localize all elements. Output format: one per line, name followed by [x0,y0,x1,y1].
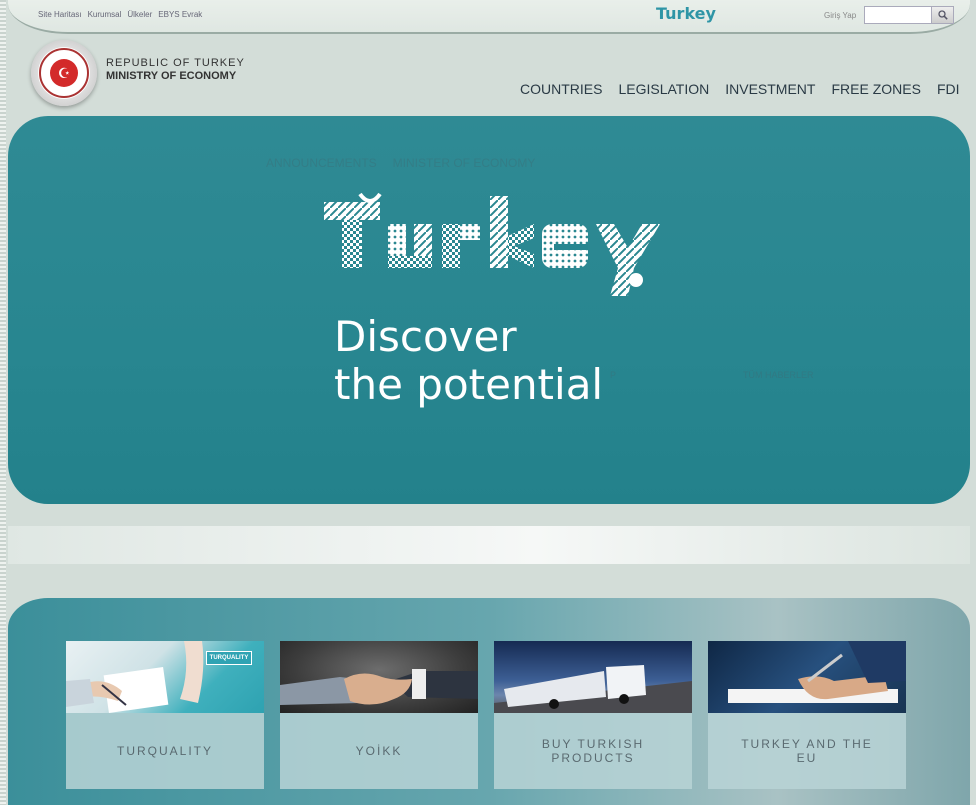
search-icon [937,10,948,20]
card-yoikk[interactable]: YOİKK [280,641,478,789]
quick-links-panel: TURQUALITY TURQUALITY YOİKK BUY TURKISH [8,598,970,805]
card-label: YOİKK [280,713,478,789]
countries-link[interactable]: Ülkeler [127,10,152,19]
ministry-logo[interactable]: ☪ [31,40,97,106]
utility-links: Site Haritası Kurumsal Ülkeler EBYS Evra… [38,10,202,19]
corporate-link[interactable]: Kurumsal [88,10,122,19]
signing-document-illustration [728,641,906,703]
seal-ring: ☪ [39,48,89,98]
turkey-brand-link[interactable]: Turkey [656,4,716,23]
card-turkey-and-the-eu[interactable]: TURKEY AND THE EU [708,641,906,789]
nav-fdi[interactable]: FDI [937,81,960,97]
utility-bar: Site Haritası Kurumsal Ülkeler EBYS Evra… [8,0,970,34]
ministry-name-line2: MINISTRY OF ECONOMY [106,70,237,82]
nav-countries[interactable]: COUNTRIES [520,81,602,97]
hero-tagline-line1: Discover [334,312,517,361]
site-map-link[interactable]: Site Haritası [38,10,82,19]
main-nav: COUNTRIES LEGISLATION INVESTMENT FREE ZO… [520,81,960,97]
crescent-star-icon: ☪ [50,59,78,87]
separator-band [8,526,970,564]
card-label: TURQUALITY [66,713,264,789]
turkey-patterned-logo [324,192,660,296]
page-left-border [0,0,6,805]
nav-investment[interactable]: INVESTMENT [725,81,815,97]
hero-faint-all-news: TÜM HABERLER [743,370,814,380]
search-button[interactable] [931,7,953,23]
hero-banner[interactable]: ANNOUNCEMENTS MINISTER OF ECONOMY P TÜM … [8,116,970,504]
card-label: BUY TURKISH PRODUCTS [494,713,692,789]
announcements-tab: ANNOUNCEMENTS [266,156,377,170]
card-buy-turkish-products[interactable]: BUY TURKISH PRODUCTS [494,641,692,789]
hero-faint-text: P [610,370,617,380]
minister-tab: MINISTER OF ECONOMY [392,156,536,170]
turquality-badge: TURQUALITY [206,651,252,665]
hero-background-tabs: ANNOUNCEMENTS MINISTER OF ECONOMY [266,156,535,170]
search-box [864,6,954,24]
search-input[interactable] [865,7,931,23]
nav-legislation[interactable]: LEGISLATION [618,81,709,97]
handshake-illustration [280,669,478,705]
nav-free-zones[interactable]: FREE ZONES [831,81,920,97]
yoikk-image [280,641,478,713]
card-label: TURKEY AND THE EU [708,713,906,789]
hero-tagline-line2: the potential [334,360,604,409]
login-link[interactable]: Giriş Yap [824,11,856,20]
turquality-image: TURQUALITY [66,641,264,713]
card-turquality[interactable]: TURQUALITY TURQUALITY [66,641,264,789]
ebys-link[interactable]: EBYS Evrak [158,10,202,19]
truck-illustration [494,665,692,713]
buy-turkish-image [494,641,692,713]
turkey-eu-image [708,641,906,713]
ministry-name-line1: REPUBLIC OF TURKEY [106,57,245,69]
